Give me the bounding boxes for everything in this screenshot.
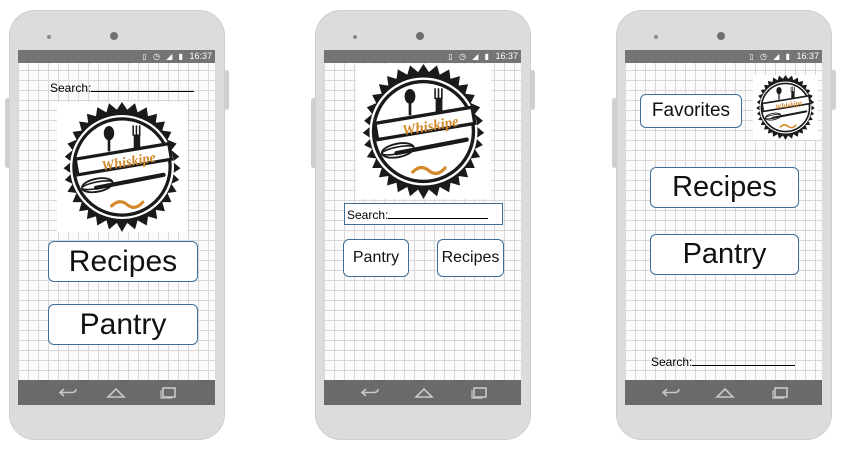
search-input[interactable] — [91, 80, 195, 92]
home-icon[interactable] — [414, 386, 434, 399]
proximity-sensor — [353, 35, 357, 39]
back-icon[interactable] — [58, 386, 78, 399]
pantry-button[interactable]: Pantry — [48, 304, 198, 345]
status-bar: ▯ ◷ ◢ ▮ 16:37 — [324, 50, 521, 63]
power-button — [530, 70, 535, 110]
power-button — [831, 70, 836, 110]
logo-image: Whiskipe — [356, 64, 491, 199]
home-icon[interactable] — [106, 386, 126, 399]
logo-image: Whiskipe — [57, 102, 187, 232]
front-camera — [717, 32, 725, 40]
search-label: Search: — [50, 81, 92, 95]
phone-mockup-1: ▯ ◷ ◢ ▮ 16:37 Search: Whiskipe Recipes P… — [5, 10, 229, 440]
screen-3: ▯ ◷ ◢ ▮ 16:37 Favorites Whiskipe Recipes… — [625, 50, 822, 405]
phone-mockup-2: ▯ ◷ ◢ ▮ 16:37 Whiskipe Search: Pantry Re… — [311, 10, 535, 440]
back-icon[interactable] — [360, 386, 380, 399]
logo-image: Whiskipe — [755, 73, 816, 142]
recent-apps-icon[interactable] — [158, 386, 178, 399]
front-camera — [110, 32, 118, 40]
search-field[interactable]: Search: — [651, 354, 796, 369]
favorites-button[interactable]: Favorites — [640, 94, 742, 128]
status-icons: ▯ ◷ ◢ ▮ — [448, 52, 491, 61]
phone-mockup-3: ▯ ◷ ◢ ▮ 16:37 Favorites Whiskipe Recipes… — [612, 10, 836, 440]
nav-bar — [18, 380, 215, 405]
recent-apps-icon[interactable] — [770, 386, 790, 399]
volume-button — [311, 98, 316, 168]
status-time: 16:37 — [495, 51, 518, 61]
volume-button — [612, 98, 617, 168]
power-button — [224, 70, 229, 110]
status-bar: ▯ ◷ ◢ ▮ 16:37 — [18, 50, 215, 63]
pantry-button[interactable]: Pantry — [343, 239, 409, 277]
search-field[interactable]: Search: — [344, 203, 503, 225]
back-icon[interactable] — [661, 386, 681, 399]
status-icons: ▯ ◷ ◢ ▮ — [142, 52, 185, 61]
pantry-button[interactable]: Pantry — [650, 234, 799, 275]
whiskipe-logo: Whiskipe — [753, 73, 818, 142]
volume-button — [5, 98, 10, 168]
search-input[interactable] — [388, 207, 489, 219]
search-label: Search: — [347, 208, 389, 222]
proximity-sensor — [654, 35, 658, 39]
search-label: Search: — [651, 355, 693, 369]
home-icon[interactable] — [715, 386, 735, 399]
recipes-button[interactable]: Recipes — [437, 239, 504, 277]
search-field[interactable]: Search: — [50, 80, 195, 95]
whiskipe-logo: Whiskipe — [57, 102, 187, 232]
whiskipe-logo: Whiskipe — [356, 64, 491, 199]
status-time: 16:37 — [796, 51, 819, 61]
nav-bar — [324, 380, 521, 405]
screen-2: ▯ ◷ ◢ ▮ 16:37 Whiskipe Search: Pantry Re… — [324, 50, 521, 405]
recipes-button[interactable]: Recipes — [48, 241, 198, 282]
recent-apps-icon[interactable] — [469, 386, 489, 399]
search-input[interactable] — [692, 354, 796, 366]
front-camera — [416, 32, 424, 40]
status-icons: ▯ ◷ ◢ ▮ — [749, 52, 792, 61]
screen-1: ▯ ◷ ◢ ▮ 16:37 Search: Whiskipe Recipes P… — [18, 50, 215, 405]
status-bar: ▯ ◷ ◢ ▮ 16:37 — [625, 50, 822, 63]
status-time: 16:37 — [189, 51, 212, 61]
nav-bar — [625, 380, 822, 405]
proximity-sensor — [47, 35, 51, 39]
recipes-button[interactable]: Recipes — [650, 167, 799, 208]
